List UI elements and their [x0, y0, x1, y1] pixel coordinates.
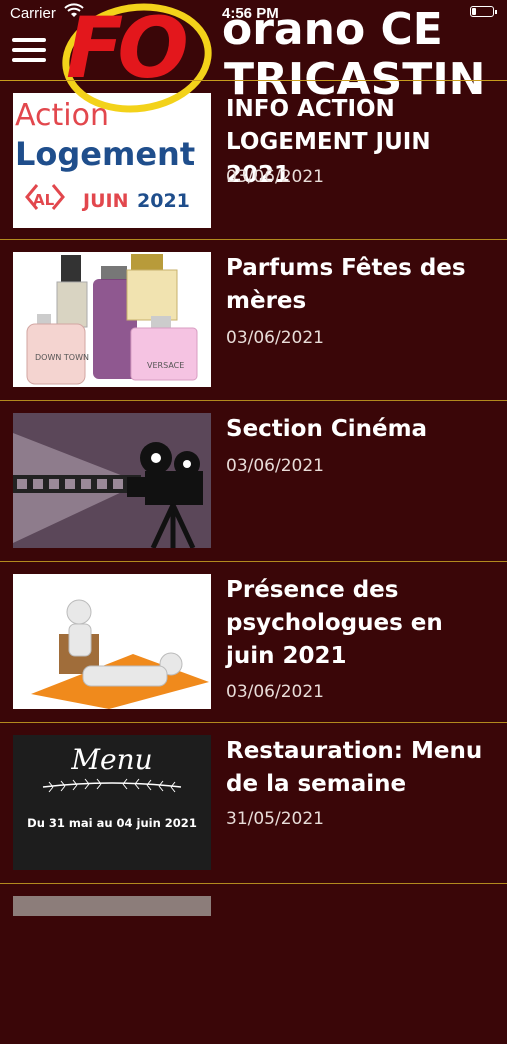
status-bar: Carrier 4:56 PM: [0, 0, 507, 28]
carrier-label: Carrier: [10, 5, 56, 22]
item-date: 31/05/2021: [226, 809, 324, 829]
thumb-text: Menu: [70, 743, 152, 776]
item-date: 03/06/2021: [226, 167, 324, 187]
item-thumbnail: [13, 896, 211, 916]
item-title: Restauration: Menu de la semaine: [226, 738, 483, 797]
list-item[interactable]: [0, 884, 507, 1044]
item-thumbnail: Action Logement AL JUIN 2021: [13, 93, 211, 228]
thumb-text: VERSACE: [147, 361, 184, 370]
item-thumbnail: DOWN TOWN VERSACE: [13, 252, 211, 387]
battery-icon: [470, 6, 497, 17]
thumb-text: DOWN TOWN: [35, 353, 89, 362]
item-title: Section Cinéma: [226, 416, 428, 442]
item-title: Parfums Fêtes des mères: [226, 255, 466, 314]
thumb-text: Logement: [15, 135, 195, 173]
thumb-text: AL: [33, 191, 55, 209]
item-date: 03/06/2021: [226, 456, 324, 476]
header-divider: [0, 80, 507, 81]
list-item[interactable]: Menu Du 31 mai au 04 juin 2021 Restaurat…: [0, 723, 507, 884]
thumb-text: 2021: [137, 190, 190, 212]
item-date: 03/06/2021: [226, 682, 324, 702]
clock-label: 4:56 PM: [222, 5, 279, 22]
item-thumbnail: [13, 413, 211, 548]
item-thumbnail: [13, 574, 211, 709]
hamburger-menu-button[interactable]: [12, 38, 46, 66]
list-item[interactable]: Présence des psychologues en juin 2021 0…: [0, 562, 507, 723]
item-thumbnail: Menu Du 31 mai au 04 juin 2021: [13, 735, 211, 870]
thumb-text: JUIN: [81, 190, 128, 212]
thumb-text: Du 31 mai au 04 juin 2021: [27, 816, 197, 830]
item-date: 03/06/2021: [226, 328, 324, 348]
wifi-icon: [64, 3, 84, 23]
list-item[interactable]: Section Cinéma 03/06/2021: [0, 401, 507, 562]
item-title: Présence des psychologues en juin 2021: [226, 577, 443, 669]
list-item[interactable]: DOWN TOWN VERSACE Parfums Fêtes des mère…: [0, 240, 507, 401]
